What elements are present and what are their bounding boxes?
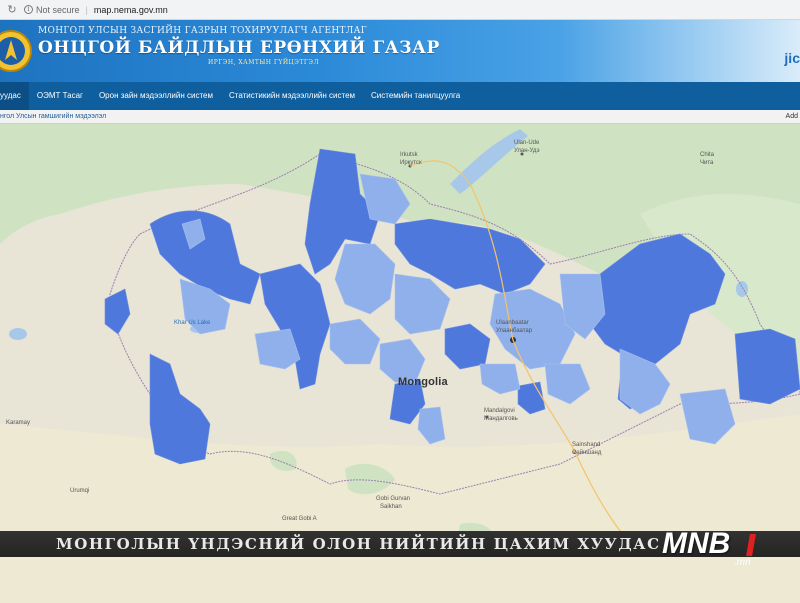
nav-item-home[interactable]: уудас bbox=[0, 82, 29, 110]
map-label-ulaanbaatar: Ulaanbaatar bbox=[496, 320, 529, 326]
map-label-sainshand-mn: Сайншанд bbox=[572, 450, 602, 456]
screen: ↻ i Not secure | map.nema.gov.mn МОНГОЛ … bbox=[0, 0, 800, 603]
map-label-sainshand: Sainshand bbox=[572, 442, 601, 448]
channel-logo-accent bbox=[746, 534, 756, 556]
map-label-ulan-ude-ru: Улан-Удэ bbox=[514, 148, 540, 154]
reload-icon[interactable]: ↻ bbox=[6, 3, 18, 16]
security-indicator[interactable]: i Not secure bbox=[24, 5, 80, 15]
map-label-saikhan: Saikhan bbox=[380, 504, 402, 510]
sub-bar: нгол Улсын гамшигийн мэдээлэл Add bbox=[0, 110, 800, 124]
map-label-gobi-gurvan: Gobi Gurvan bbox=[376, 496, 411, 502]
browser-address-bar: ↻ i Not secure | map.nema.gov.mn bbox=[0, 0, 800, 20]
channel-name: MNB bbox=[662, 527, 731, 560]
nav-item-gis[interactable]: Орон зайн мэдээллийн систем bbox=[91, 82, 221, 110]
header-text: МОНГОЛ УЛСЫН ЗАСГИЙН ГАЗРЫН ТОХИРУУЛАГЧ … bbox=[38, 26, 440, 66]
lake-east bbox=[736, 281, 748, 297]
partner-logo: jic bbox=[784, 50, 800, 66]
map-label-irkutsk: Irkutsk bbox=[400, 152, 418, 158]
breadcrumb[interactable]: нгол Улсын гамшигийн мэдээлэл bbox=[0, 110, 106, 124]
lake-west bbox=[9, 328, 27, 340]
info-icon: i bbox=[24, 5, 33, 14]
header-motto: ИРГЭН, ХАМТЫН ГҮЙЦЭТГЭЛ bbox=[208, 59, 319, 66]
channel-domain: .mn bbox=[734, 557, 751, 568]
nav-item-statistics[interactable]: Статистикийн мэдээллийн систем bbox=[221, 82, 363, 110]
ticker-text: МОНГОЛЫН ҮНДЭСНИЙ ОЛОН НИЙТИЙН ЦАХИМ ХУУ… bbox=[56, 535, 661, 553]
channel-logo: MNB .mn bbox=[662, 527, 762, 571]
security-label: Not secure bbox=[36, 4, 80, 15]
url-text[interactable]: map.nema.gov.mn bbox=[94, 5, 168, 15]
add-button[interactable]: Add bbox=[786, 110, 798, 124]
header-agency-line: МОНГОЛ УЛСЫН ЗАСГИЙН ГАЗРЫН ТОХИРУУЛАГЧ … bbox=[38, 26, 367, 36]
map-label-mandalgovi: Mandalgovi bbox=[484, 408, 515, 414]
map-label-mandalgovi-mn: Мандалговь bbox=[484, 416, 518, 422]
address-separator: | bbox=[85, 4, 88, 15]
map-label-irkutsk-ru: Иркутск bbox=[400, 160, 422, 166]
map-label-khar-us-lake: Khar Us Lake bbox=[174, 320, 211, 326]
agency-emblem-icon bbox=[0, 30, 32, 72]
site-header: МОНГОЛ УЛСЫН ЗАСГИЙН ГАЗРЫН ТОХИРУУЛАГЧ … bbox=[0, 20, 800, 82]
map-label-urumqi: Urumqi bbox=[70, 488, 90, 494]
header-title: ОНЦГОЙ БАЙДЛЫН ЕРӨНХИЙ ГАЗАР bbox=[38, 38, 440, 58]
map-label-karamay: Karamay bbox=[6, 420, 31, 426]
map-label-chita: Chita bbox=[700, 152, 715, 158]
nav-item-about[interactable]: Системийн танилцуулга bbox=[363, 82, 468, 110]
map-label-great-gobi: Great Gobi A bbox=[282, 516, 317, 522]
nav-item-oemt[interactable]: ОЭМТ Тасаг bbox=[29, 82, 91, 110]
map-label-chita-ru: Чита bbox=[700, 160, 714, 166]
map-label-ulan-ude: Ulan-Ude bbox=[514, 140, 540, 146]
map-label-ulaanbaatar-mn: Улаанбаатар bbox=[496, 328, 533, 334]
main-nav: уудас ОЭМТ Тасаг Орон зайн мэдээллийн си… bbox=[0, 82, 800, 110]
country-label: Mongolia bbox=[398, 376, 448, 388]
